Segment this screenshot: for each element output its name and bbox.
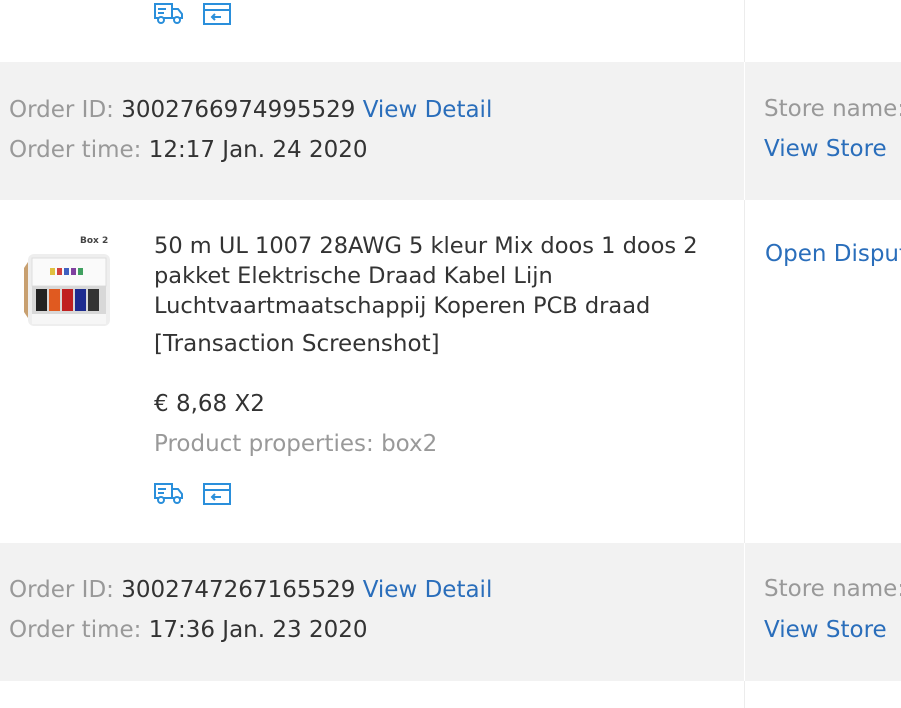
order-id: 3002747267165529 [121,577,356,603]
return-box-icon[interactable] [201,480,233,506]
store-name-label: Store name: [764,576,901,602]
transaction-screenshot-link[interactable]: [Transaction Screenshot] [154,331,440,357]
view-detail-link[interactable]: View Detail [363,97,493,123]
product-title[interactable]: 50 m UL 1007 28AWG 5 kleur Mix doos 1 do… [154,231,714,321]
shipping-truck-icon[interactable] [153,480,185,506]
previous-item-row [0,0,901,62]
column-divider [744,681,745,708]
order-time-label: Order time: [9,137,142,163]
order-time-label: Order time: [9,617,142,643]
open-dispute-link[interactable]: Open Disput [765,241,901,267]
order-id-label: Order ID: [9,97,114,123]
return-box-icon[interactable] [201,0,233,26]
order-id: 3002766974995529 [121,97,356,123]
product-thumbnail[interactable]: Box 2 [24,232,116,332]
order-header [0,543,901,681]
store-links: View Store | [764,617,901,643]
item-actions [153,480,233,506]
column-divider [744,0,745,62]
order-id-line: Order ID: 3002766974995529 View Detail [9,97,492,123]
thumbnail-text: Box 2 [80,236,108,246]
view-store-link[interactable]: View Store [764,617,887,643]
order-time-line: Order time: 12:17 Jan. 24 2020 [9,137,367,163]
view-detail-link[interactable]: View Detail [363,577,493,603]
order-time: 12:17 Jan. 24 2020 [148,137,368,163]
order-time-line: Order time: 17:36 Jan. 23 2020 [9,617,367,643]
order-header [0,62,901,200]
order-id-line: Order ID: 3002747267165529 View Detail [9,577,492,603]
product-price: € 8,68 X2 [154,391,265,417]
order-time: 17:36 Jan. 23 2020 [148,617,368,643]
store-name-label: Store name: [764,96,901,122]
next-item-row [0,681,901,708]
previous-item-actions [153,0,233,26]
store-links: View Store | [764,136,901,162]
view-store-link[interactable]: View Store [764,136,887,162]
shipping-truck-icon[interactable] [153,0,185,26]
order-id-label: Order ID: [9,577,114,603]
column-divider [744,543,745,681]
column-divider [744,200,745,543]
product-properties: Product properties: box2 [154,431,438,457]
column-divider [744,62,745,200]
